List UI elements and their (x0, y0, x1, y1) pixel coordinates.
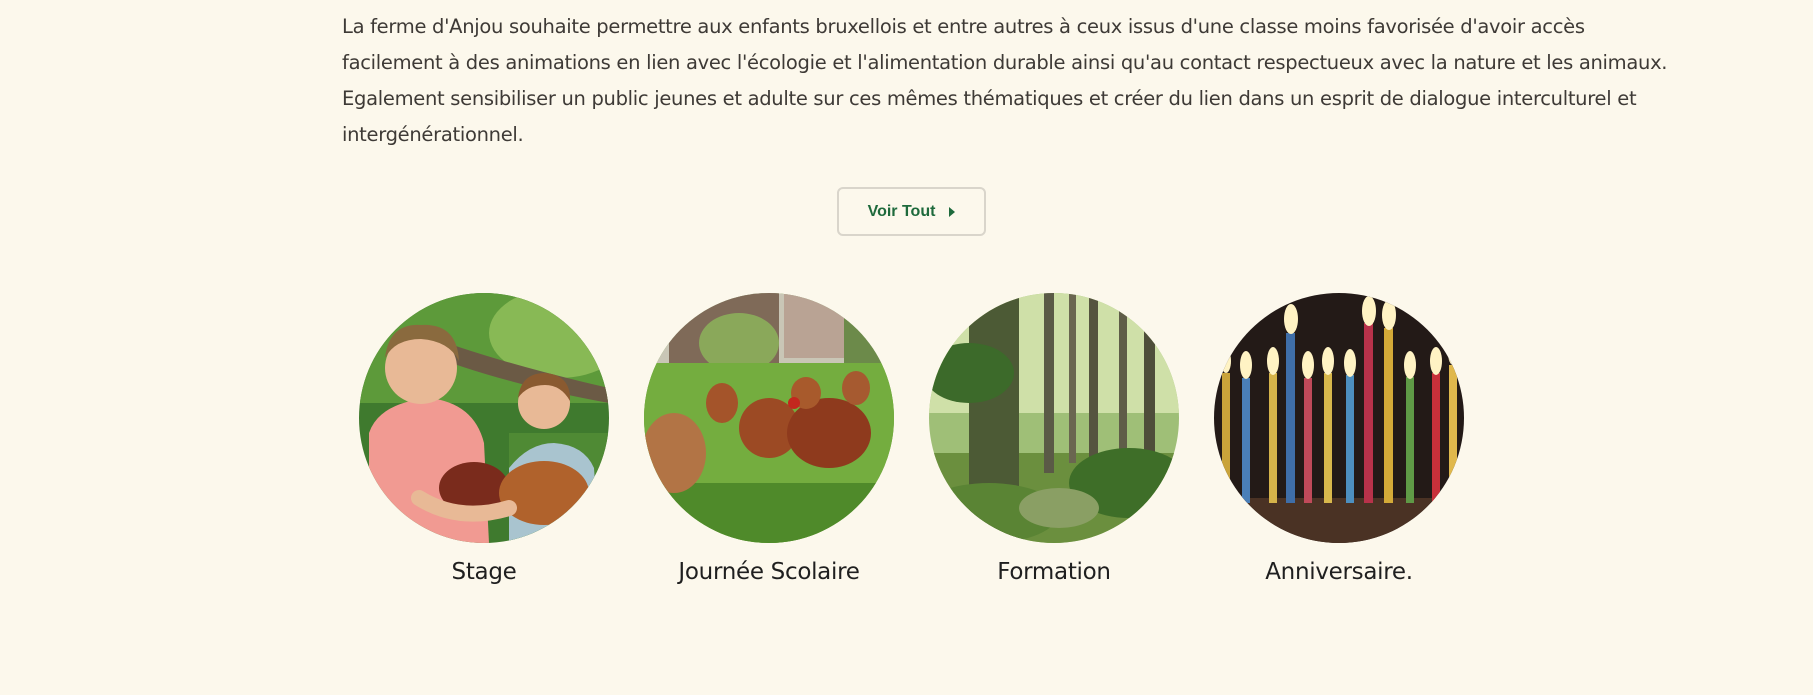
caret-right-icon (949, 206, 956, 217)
voir-tout-button[interactable]: Voir Tout (837, 187, 986, 236)
birthday-candles-photo (1214, 293, 1464, 543)
intro-paragraph: La ferme d'Anjou souhaite permettre aux … (342, 9, 1668, 153)
intro-line: Egalement sensibiliser un public jeunes … (342, 87, 1637, 110)
activity-card-anniversaire[interactable]: Anniversaire. (1213, 293, 1465, 585)
page: La ferme d'Anjou souhaite permettre aux … (0, 0, 1813, 695)
activity-title: Anniversaire. (1265, 559, 1413, 585)
voir-tout-label: Voir Tout (867, 202, 936, 220)
activity-card-formation[interactable]: Formation (928, 293, 1180, 585)
activity-card-journee-scolaire[interactable]: Journée Scolaire (643, 293, 895, 585)
intro-line: intergénérationnel. (342, 123, 524, 146)
activity-title: Journée Scolaire (678, 559, 860, 585)
forest-trees-photo (929, 293, 1179, 543)
intro-line: facilement à des animations en lien avec… (342, 51, 1668, 74)
hens-in-meadow-photo (644, 293, 894, 543)
activity-card-stage[interactable]: Stage (358, 293, 610, 585)
activity-title: Stage (451, 559, 517, 585)
activity-title: Formation (997, 559, 1111, 585)
intro-line: La ferme d'Anjou souhaite permettre aux … (342, 15, 1585, 38)
children-holding-hens-photo (359, 293, 609, 543)
